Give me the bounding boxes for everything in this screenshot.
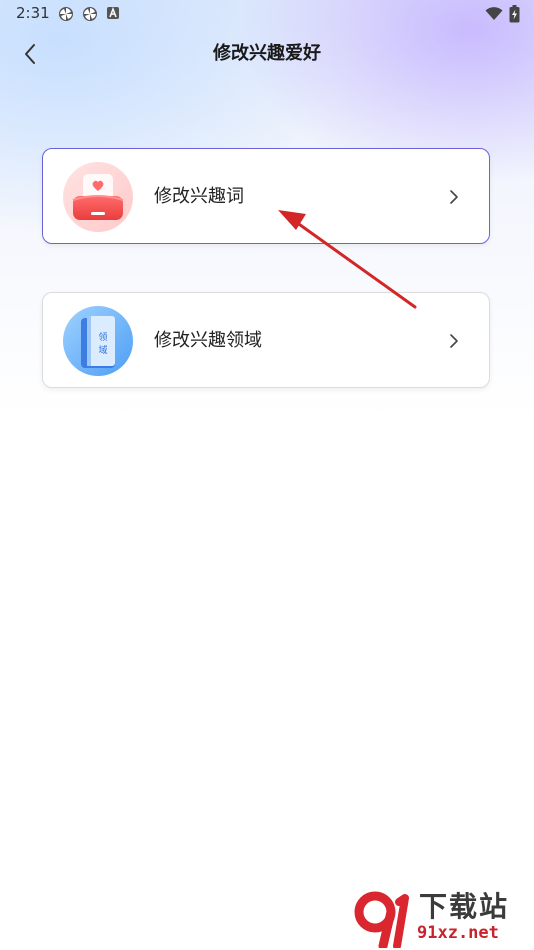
status-time: 2:31	[16, 4, 50, 22]
edit-interest-words-label: 修改兴趣词	[154, 186, 244, 207]
edit-interest-fields-item[interactable]: 领 域 修改兴趣领域	[42, 292, 490, 388]
a-badge-icon	[107, 6, 119, 19]
watermark-logo: 下载站 91xz.net	[353, 890, 528, 948]
field-book-icon-char-2: 域	[98, 344, 107, 356]
edit-interest-words-item[interactable]: 修改兴趣词	[42, 148, 490, 244]
heart-card-icon	[63, 162, 133, 232]
page-title: 修改兴趣爱好	[213, 43, 321, 64]
watermark-text: 下载站	[419, 890, 510, 923]
watermark-91-icon	[354, 891, 409, 948]
chevron-right-icon	[450, 190, 458, 204]
field-book-icon: 领 域	[63, 306, 133, 376]
battery-charging-icon	[509, 5, 520, 23]
status-bar: 2:31	[0, 0, 534, 28]
edit-interest-fields-label: 修改兴趣领域	[154, 330, 262, 351]
pinwheel-icon	[83, 7, 97, 21]
status-notification-icons	[58, 6, 120, 22]
wifi-icon	[485, 7, 503, 20]
status-system-icons	[485, 5, 520, 23]
field-book-icon-char-1: 领	[98, 331, 107, 343]
watermark-url: 91xz.net	[417, 923, 499, 943]
pinwheel-icon	[59, 7, 73, 21]
chevron-right-icon	[450, 334, 458, 348]
